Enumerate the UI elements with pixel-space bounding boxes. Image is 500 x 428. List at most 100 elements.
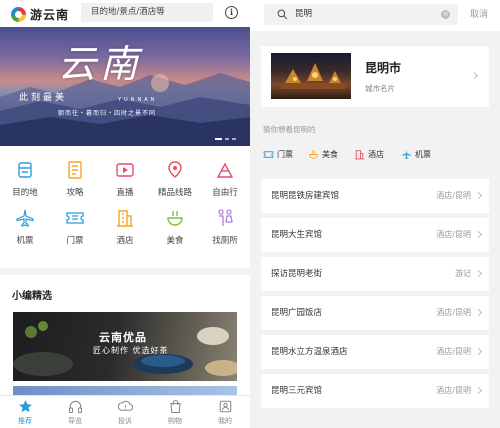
tab-guide[interactable]: 导览	[50, 399, 100, 426]
grid-item-destination[interactable]: 目的地	[0, 160, 50, 198]
result-name: 昆明三元宾馆	[271, 386, 323, 396]
chip-label: 酒店	[368, 150, 384, 159]
search-input-value: 昆明	[295, 9, 313, 19]
result-name: 探访昆明老街	[271, 269, 323, 279]
free-travel-icon	[216, 162, 234, 178]
grid-item-label: 目的地	[12, 188, 38, 198]
tab-label: 推荐	[18, 417, 32, 425]
destination-icon	[18, 162, 32, 178]
grid-item-flights[interactable]: 机票	[0, 208, 50, 246]
carousel-indicator	[215, 138, 236, 140]
complaint-icon	[117, 400, 133, 411]
city-name: 昆明市	[365, 61, 402, 75]
result-name: 昆明广园饭店	[271, 308, 323, 318]
chip-hotel[interactable]: 酒店	[354, 149, 384, 160]
result-row[interactable]: 昆明广园饭店 酒店/昆明	[261, 296, 489, 330]
tab-profile[interactable]: 我的	[200, 399, 250, 426]
grid-item-live[interactable]: 直播	[100, 160, 150, 198]
result-row[interactable]: 昆明大生宾馆 酒店/昆明	[261, 218, 489, 252]
restroom-icon	[218, 209, 233, 226]
grid-item-hotel[interactable]: 酒店	[100, 208, 150, 246]
ticket-icon	[263, 151, 274, 158]
city-card[interactable]: 昆明市 城市名片	[261, 46, 489, 107]
chevron-right-icon	[474, 347, 483, 356]
cancel-button[interactable]: 取消	[470, 0, 488, 31]
chip-label: 美食	[322, 150, 338, 159]
grid-item-label: 机票	[16, 236, 34, 246]
plane-icon	[402, 150, 411, 159]
result-row[interactable]: 昆明三元宾馆 酒店/昆明	[261, 374, 489, 408]
chip-food[interactable]: 美食	[308, 149, 338, 160]
search-input[interactable]: 昆明 ×	[264, 4, 458, 25]
grid-item-label: 找厕所	[212, 236, 238, 246]
result-name: 昆明昆铁房建宾馆	[271, 191, 340, 201]
shopping-bag-icon	[169, 399, 181, 414]
card-title: 云南优品	[99, 331, 147, 344]
bottom-tab-bar: 推荐 导览 投诉 购物 我的	[0, 395, 250, 428]
section-title: 小编精选	[12, 291, 52, 302]
grid-item-tickets[interactable]: 门票	[50, 208, 100, 246]
live-icon	[116, 163, 134, 177]
section-divider	[0, 268, 250, 275]
info-icon[interactable]: i	[225, 6, 238, 19]
grid-item-restroom[interactable]: 找厕所	[200, 208, 250, 246]
grid-item-label: 美食	[166, 236, 184, 246]
app-logo[interactable]: 游云南	[11, 6, 69, 23]
hotel-icon	[355, 150, 364, 160]
route-icon	[168, 161, 182, 178]
tab-complaint[interactable]: 投诉	[100, 399, 150, 426]
grid-item-route[interactable]: 精品线路	[150, 160, 200, 198]
chevron-right-icon	[474, 386, 483, 395]
search-screen: 昆明 × 取消 昆明市 城市名片 猜你想看昆明的 门票 美食 酒店 机票 昆明昆…	[250, 0, 500, 428]
hotel-icon	[117, 210, 133, 227]
tab-label: 导览	[68, 417, 82, 425]
result-type: 酒店/昆明	[436, 230, 471, 239]
chip-flights[interactable]: 机票	[401, 149, 431, 160]
banner-tagline: 朝而往・暮而归・四时之景不同	[58, 110, 157, 117]
chip-label: 机票	[415, 150, 431, 159]
grid-item-food[interactable]: 美食	[150, 208, 200, 246]
search-header: 昆明 × 取消	[250, 0, 500, 31]
result-name: 昆明水立方温泉酒店	[271, 347, 348, 357]
tab-label: 购物	[168, 417, 182, 425]
grid-item-label: 自由行	[212, 188, 238, 198]
result-row[interactable]: 探访昆明老街 游记	[261, 257, 489, 291]
tab-label: 投诉	[118, 417, 132, 425]
home-search-input[interactable]: 目的地/景点/酒店等	[81, 3, 213, 22]
result-row[interactable]: 昆明昆铁房建宾馆 酒店/昆明	[261, 179, 489, 213]
tab-label: 我的	[218, 417, 232, 425]
city-image	[271, 53, 351, 99]
chip-label: 门票	[277, 150, 293, 159]
grid-item-free-travel[interactable]: 自由行	[200, 160, 250, 198]
result-type: 游记	[455, 269, 471, 278]
featured-card[interactable]: 云南优品 匠心制作 优选好茶	[13, 312, 237, 381]
home-screen: 游云南 目的地/景点/酒店等 i 云南 此刻最美 YUNNAN 朝而往・暮而归・…	[0, 0, 250, 428]
grid-item-guide[interactable]: 攻略	[50, 160, 100, 198]
headphones-icon	[68, 400, 82, 414]
banner-subtitle: 此刻最美	[19, 93, 68, 103]
result-type: 酒店/昆明	[436, 191, 471, 200]
grid-item-label: 门票	[66, 236, 84, 246]
hero-banner[interactable]: 云南 此刻最美 YUNNAN 朝而往・暮而归・四时之景不同	[0, 27, 250, 146]
chevron-right-icon	[474, 191, 483, 200]
logo-text: 游云南	[30, 8, 70, 22]
tab-shopping[interactable]: 购物	[150, 399, 200, 426]
category-grid: 目的地 攻略 直播 精品线路 自由行 机票 门票 酒店 美食 找厕所	[0, 152, 250, 260]
result-type: 酒店/昆明	[436, 308, 471, 317]
grid-item-label: 酒店	[116, 236, 134, 246]
star-icon	[18, 400, 32, 413]
guide-icon	[68, 161, 82, 179]
tab-recommend[interactable]: 推荐	[0, 399, 50, 426]
grid-item-label: 攻略	[66, 188, 84, 198]
chevron-right-icon	[470, 71, 479, 80]
result-row[interactable]: 昆明水立方温泉酒店 酒店/昆明	[261, 335, 489, 369]
chevron-right-icon	[474, 230, 483, 239]
home-header: 游云南 目的地/景点/酒店等 i	[0, 0, 250, 27]
logo-icon	[11, 7, 26, 22]
result-name: 昆明大生宾馆	[271, 230, 323, 240]
card-subtitle: 匠心制作 优选好茶	[93, 346, 169, 355]
chip-tickets[interactable]: 门票	[263, 149, 293, 160]
profile-icon	[219, 400, 231, 413]
suggestion-label: 猜你想看昆明的	[263, 125, 316, 134]
clear-icon[interactable]: ×	[441, 10, 450, 19]
